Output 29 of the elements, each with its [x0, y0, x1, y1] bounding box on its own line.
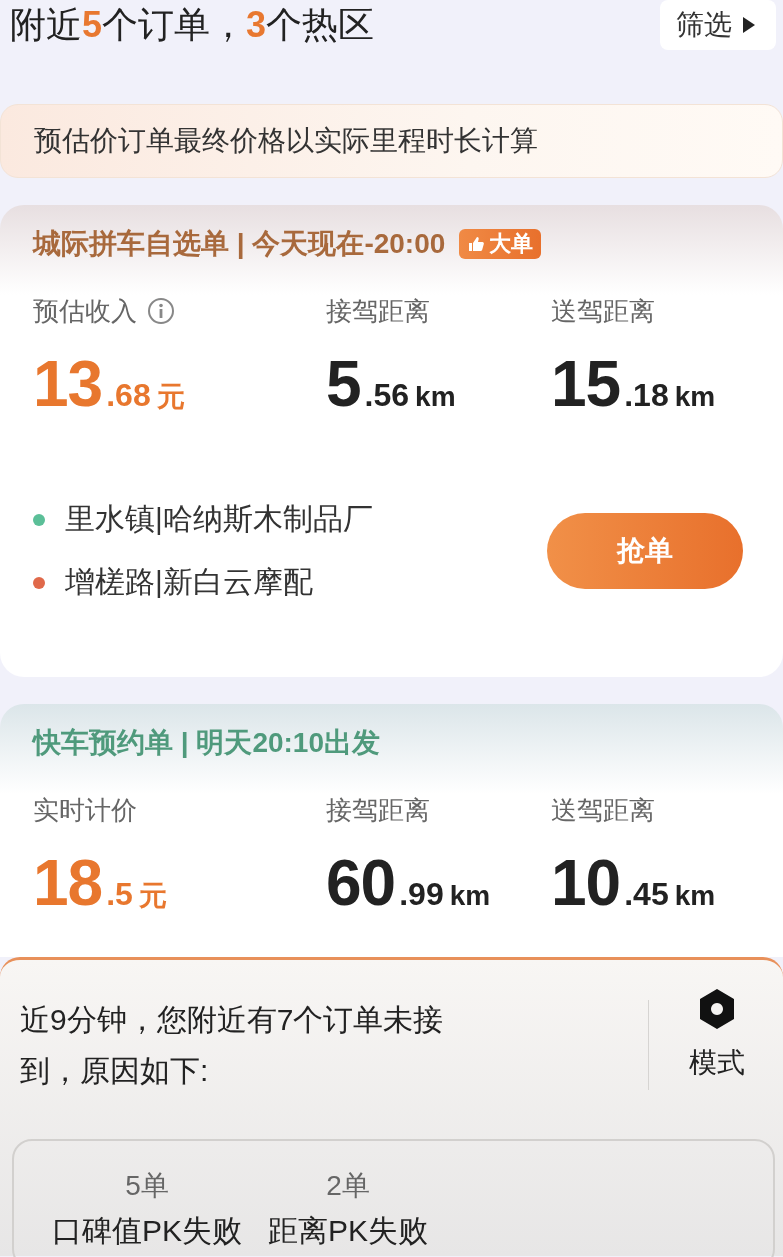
reason-label: 距离PK失败 [268, 1213, 429, 1249]
stat-label: 预估收入 [33, 294, 137, 328]
order-title: 快车预约单 | 明天20:10出发 [33, 726, 380, 760]
address-text: 里水镇|哈纳斯木制品厂 [65, 501, 373, 537]
stat-label: 送驾距离 [551, 294, 655, 328]
reason-count: 5单 [125, 1169, 169, 1203]
notice-banner: 预估价订单最终价格以实际里程时长计算 [0, 104, 783, 178]
address-text: 增槎路|新白云摩配 [65, 564, 313, 600]
order-title: 城际拼车自选单 | 今天现在-20:00 [33, 227, 446, 261]
stat-label: 实时计价 [33, 793, 137, 827]
page-title: 附近5个订单，3个热区 [10, 3, 375, 47]
stat-label: 接驾距离 [326, 294, 430, 328]
reason-label: 口碑值PK失败 [52, 1213, 243, 1249]
reason-count: 2单 [326, 1169, 370, 1203]
triangle-icon [742, 16, 756, 34]
hexagon-icon [698, 988, 736, 1030]
mode-button[interactable]: 模式 [689, 988, 745, 1130]
price-value: 13.68 元 [33, 347, 185, 421]
stat-label: 接驾距离 [326, 793, 430, 827]
info-icon[interactable] [147, 297, 175, 325]
missed-orders-message: 近9分钟，您附近有7个订单未接到，原因如下: [19, 1002, 445, 1089]
filter-button[interactable]: 筛选 [660, 0, 776, 50]
distance-value: 5.56 km [326, 347, 456, 421]
distance-value: 60.99 km [326, 846, 491, 920]
distance-value: 15.18 km [551, 347, 716, 421]
stat-label: 送驾距离 [551, 793, 655, 827]
distance-value: 10.45 km [551, 846, 716, 920]
order-badge: 大单 [459, 229, 542, 259]
price-value: 18.5 元 [33, 846, 167, 920]
